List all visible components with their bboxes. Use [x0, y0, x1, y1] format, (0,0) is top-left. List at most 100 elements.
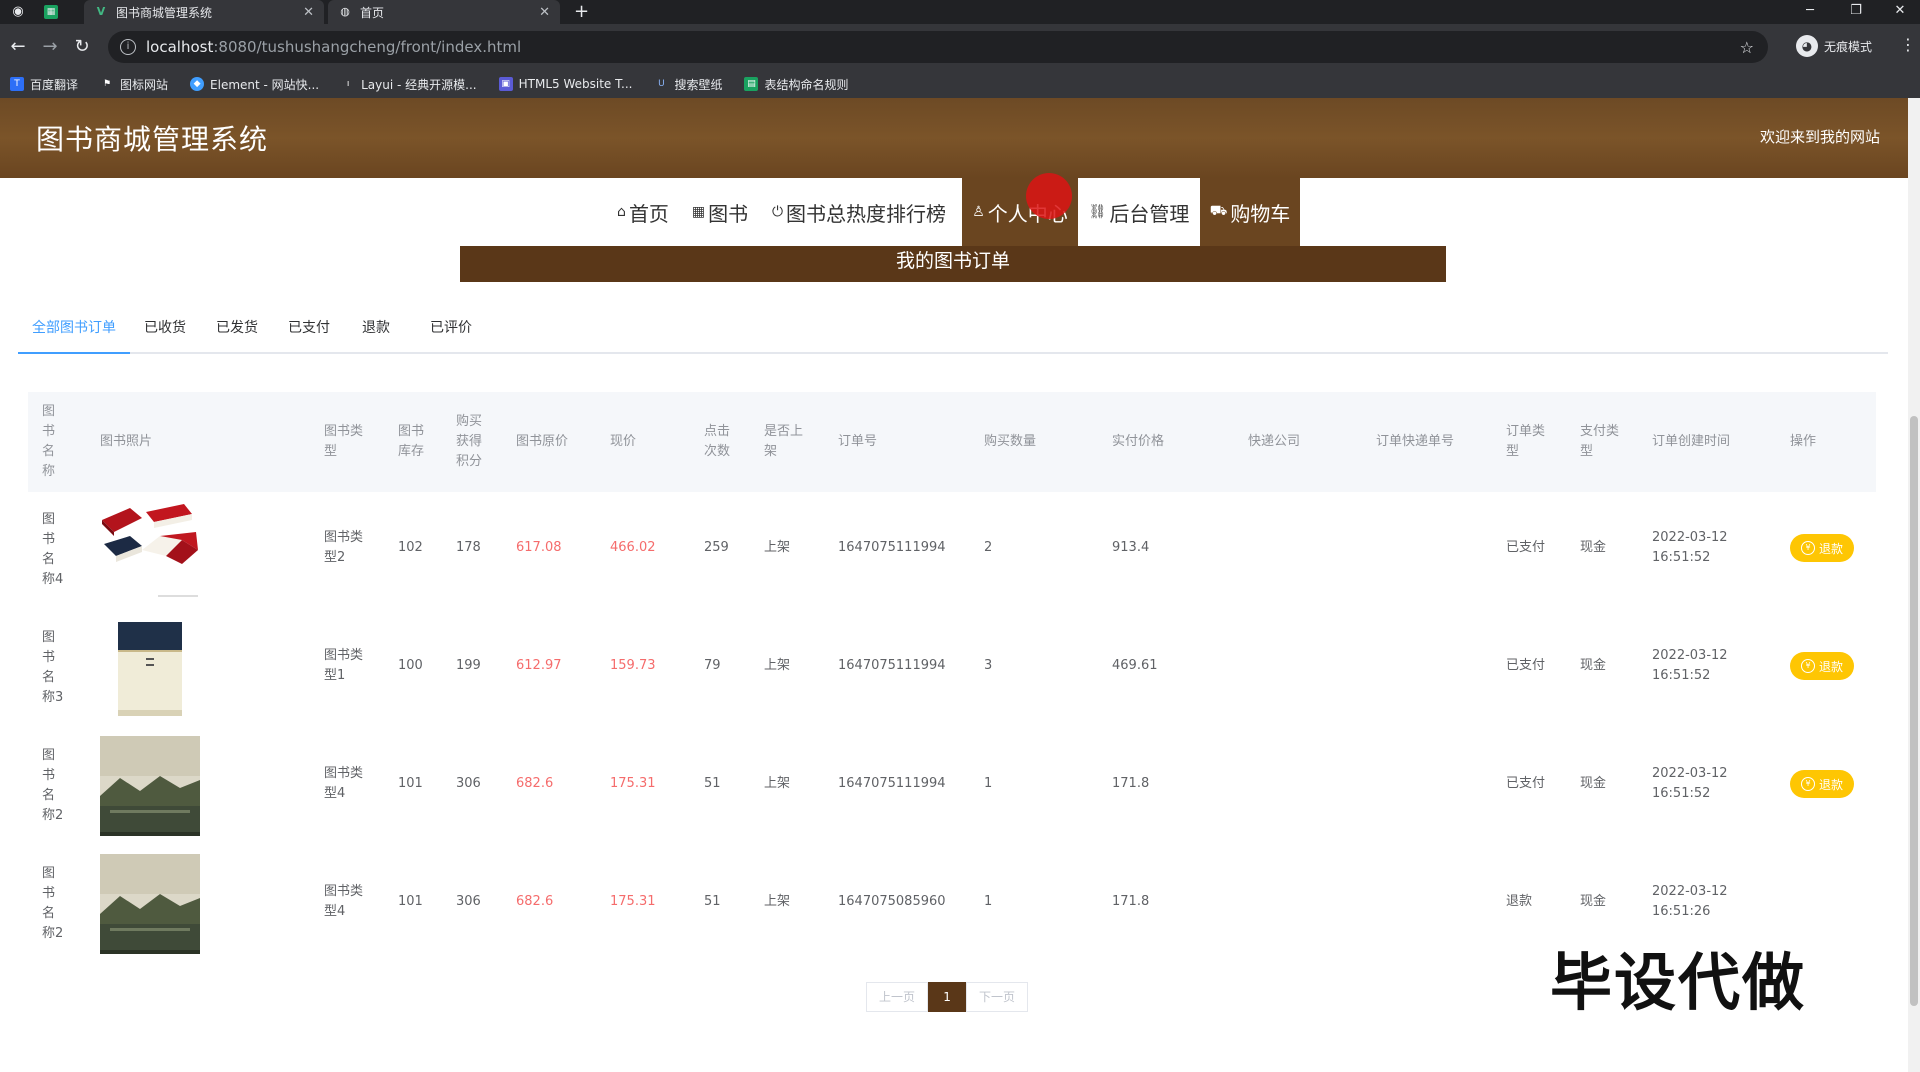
bookmark-item[interactable]: T 百度翻译: [10, 76, 78, 93]
tab-all-orders[interactable]: 全部图书订单: [18, 308, 130, 354]
nav-cart[interactable]: ⛟ 购物车: [1200, 178, 1300, 246]
cell-price: 466.02: [610, 540, 656, 555]
new-tab-plus-icon[interactable]: +: [574, 0, 589, 24]
cell-created-date: 2022-03-12: [1652, 884, 1728, 899]
col-order-no: 订单号: [838, 434, 878, 449]
close-icon[interactable]: ✕: [303, 5, 314, 20]
back-arrow-icon[interactable]: ←: [6, 35, 30, 59]
bookmarks-bar: T 百度翻译 ⚑ 图标网站 ◆ Element - 网站快... ı Layui - 经…: [0, 70, 1920, 98]
scrollbar-thumb[interactable]: [1910, 416, 1918, 1006]
power-icon: ⏻: [771, 204, 784, 220]
cell-clicks: 51: [704, 894, 721, 909]
bookmark-item[interactable]: ▤ 表结构命名规则: [744, 76, 848, 93]
cell-order-no: 1647075111994: [838, 658, 946, 673]
cell-order-no: 1647075111994: [838, 540, 946, 555]
table-header: 图书名称 图书照片 图书类型 图书库存 购买获得积分 图书原价 现价 点击次数 …: [28, 392, 1876, 492]
layui-icon: ı: [346, 79, 350, 89]
app-icon[interactable]: ▦: [44, 5, 58, 19]
nav-admin[interactable]: ⛓ 后台管理: [1078, 178, 1200, 246]
tab-reviewed[interactable]: 已评价: [416, 308, 486, 354]
tab-shipped[interactable]: 已发货: [202, 308, 272, 354]
window-close-icon[interactable]: ✕: [1880, 0, 1920, 24]
incognito-label: 无痕模式: [1824, 39, 1873, 54]
cell-order-no: 1647075085960: [838, 894, 946, 909]
element-icon: ◆: [190, 77, 205, 91]
nav-label: 后台管理: [1109, 201, 1190, 226]
address-toolbar: ← → ↻ i localhost :8080/tushushangcheng/…: [0, 24, 1920, 70]
nav-label: 首页: [628, 201, 669, 226]
yen-icon: ¥: [1800, 777, 1815, 791]
browser-tab-home[interactable]: ◍ 首页 ✕: [328, 0, 560, 24]
table-row: 图书名称3 图书类型1 100 199 612.97 159.73 79 上架 …: [28, 610, 1876, 728]
main-nav: ⌂ 首页 ▦ 图书 ⏻ 图书总热度排行榜 ♙ 个人中心 ⛓ 后台管理 ⛟ 购物车: [0, 178, 1908, 246]
refund-button[interactable]: ¥ 退款: [1790, 770, 1854, 798]
bookmark-item[interactable]: U 搜索壁纸: [654, 76, 722, 93]
translate-icon: T: [10, 77, 24, 91]
cell-stock: 101: [398, 894, 423, 909]
browser-tab-system[interactable]: V 图书商城管理系统 ✕: [84, 0, 324, 24]
col-tracking: 订单快递单号: [1376, 434, 1455, 449]
url-bar[interactable]: i localhost :8080/tushushangcheng/front/…: [108, 31, 1768, 63]
pagination: 上一页 1 下一页: [866, 982, 1029, 1012]
cell-pay-type: 现金: [1580, 776, 1607, 791]
cell-order-type: 已支付: [1506, 540, 1546, 555]
next-page-button[interactable]: 下一页: [966, 982, 1029, 1012]
cell-created-time: 16:51:52: [1652, 786, 1711, 801]
nav-home[interactable]: ⌂ 首页: [612, 178, 674, 246]
cell-onshelf: 上架: [764, 894, 791, 909]
prev-page-button[interactable]: 上一页: [866, 982, 929, 1012]
nav-books[interactable]: ▦ 图书: [690, 178, 750, 246]
url-path: :8080/tushushangcheng/front/index.html: [213, 38, 522, 56]
bookmark-star-icon[interactable]: ☆: [1740, 38, 1754, 57]
tab-title: 首页: [360, 5, 385, 20]
refund-button[interactable]: ¥ 退款: [1790, 534, 1854, 562]
nav-ranking[interactable]: ⏻ 图书总热度排行榜: [766, 178, 952, 246]
cell-orig-price: 682.6: [516, 894, 554, 909]
col-courier: 快递公司: [1248, 434, 1301, 449]
cell-points: 199: [456, 658, 481, 673]
close-icon[interactable]: ✕: [539, 5, 550, 20]
refund-button[interactable]: ¥ 退款: [1790, 652, 1854, 680]
flag-icon: ⚑: [102, 79, 112, 89]
watermark-text: 毕设代做: [1550, 946, 1807, 1019]
minimize-icon[interactable]: ─: [1790, 0, 1830, 24]
table-row: 图书名称4 图书类型2 102 178 617.08 466.02 259 上架: [28, 492, 1876, 610]
incognito-icon: ◕: [1796, 35, 1818, 57]
order-status-tabs: 全部图书订单 已收货 已发货 已支付 退款 已评价: [18, 308, 1888, 354]
cell-order-type: 退款: [1506, 894, 1533, 909]
bookmark-item[interactable]: ◆ Element - 网站快...: [190, 76, 319, 93]
col-name: 图书名称: [42, 404, 56, 479]
col-price: 现价: [610, 434, 637, 449]
cell-qty: 2: [984, 540, 993, 555]
bookmark-item[interactable]: ⚑ 图标网站: [100, 76, 168, 93]
info-icon[interactable]: i: [120, 39, 136, 55]
tab-paid[interactable]: 已支付: [274, 308, 344, 354]
vue-icon: V: [96, 5, 106, 18]
incognito-indicator[interactable]: ◕ 无痕模式: [1796, 35, 1872, 57]
chrome-menu-icon[interactable]: ◉: [10, 4, 26, 20]
tab-received[interactable]: 已收货: [130, 308, 200, 354]
bookmark-item[interactable]: ▣ HTML5 Website T...: [498, 77, 632, 91]
page-scrollbar[interactable]: [1908, 98, 1920, 1072]
bookmark-item[interactable]: ı Layui - 经典开源模...: [341, 76, 477, 93]
cell-created-date: 2022-03-12: [1652, 766, 1728, 781]
col-created: 订单创建时间: [1652, 434, 1731, 449]
globe-icon: ◍: [340, 5, 350, 18]
html5-icon: ▣: [498, 77, 513, 91]
col-paid: 实付价格: [1112, 434, 1165, 449]
page-number-current[interactable]: 1: [928, 982, 967, 1012]
tab-title: 图书商城管理系统: [116, 5, 213, 20]
cell-paid: 171.8: [1112, 776, 1150, 791]
reload-icon[interactable]: ↻: [70, 35, 94, 59]
tab-refund[interactable]: 退款: [348, 308, 404, 354]
page-viewport: 图书商城管理系统 欢迎来到我的网站 ⌂ 首页 ▦ 图书 ⏻ 图书总热度排行榜 ♙ 个人中…: [0, 98, 1908, 1072]
bookmark-label: Layui - 经典开源模...: [361, 77, 477, 92]
forward-arrow-icon[interactable]: →: [38, 35, 62, 59]
url-host: localhost: [146, 38, 214, 56]
col-action: 操作: [1790, 434, 1817, 449]
bookmark-label: 搜索壁纸: [674, 77, 723, 92]
more-menu-icon[interactable]: ⋮: [1900, 35, 1916, 54]
cell-paid: 171.8: [1112, 894, 1150, 909]
restore-icon[interactable]: ❐: [1836, 0, 1876, 24]
cell-pay-type: 现金: [1580, 894, 1607, 909]
